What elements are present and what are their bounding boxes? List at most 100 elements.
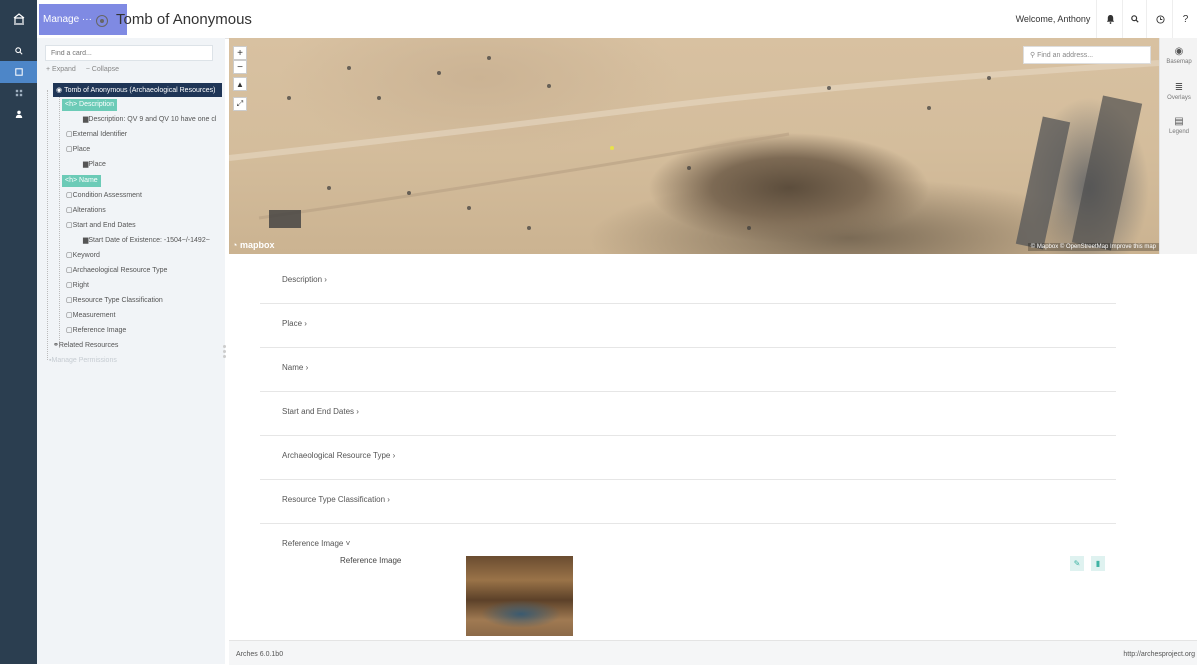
card-icon: ▢ [66, 297, 73, 304]
collapse-all-link[interactable]: − Collapse [86, 66, 119, 73]
header-icon: <h> [65, 177, 80, 184]
card-title: Resource Type Classification [282, 495, 386, 504]
compass-icon[interactable]: ▲ [233, 77, 247, 91]
nav-user-icon[interactable] [0, 103, 37, 125]
basemap-tool[interactable]: ◉ Basemap [1160, 46, 1197, 65]
card-icon: ▢ [66, 267, 73, 274]
page-title: Tomb of Anonymous [116, 11, 252, 28]
satellite-imagery [229, 56, 1159, 251]
nav-card-icon[interactable] [0, 61, 37, 83]
footer: Arches 6.0.1b0 http://archesproject.org [229, 640, 1197, 665]
card-icon: ▢ [66, 327, 73, 334]
legend-icon: ▤ [1174, 116, 1184, 127]
edit-icon[interactable]: ✎ [1070, 556, 1084, 571]
card-icon: ▢ [66, 252, 73, 259]
legend-tool[interactable]: ▤ Legend [1160, 116, 1197, 135]
globe-icon: ◉ [1174, 46, 1184, 57]
tree-node-manage-permissions[interactable]: ▪Manage Permissions [49, 355, 117, 367]
resource-icon [96, 15, 108, 27]
header-icon: <h> [65, 101, 80, 108]
card-resource-type-classification[interactable]: Resource Type Classification › [260, 479, 1116, 524]
tree-node-related-resources[interactable]: ⚭Related Resources [53, 340, 118, 352]
tree-node-reference-image[interactable]: ▢Reference Image [66, 325, 126, 337]
bell-icon[interactable] [1096, 0, 1123, 38]
overlays-tool[interactable]: ≣ Overlays [1160, 82, 1197, 101]
address-search-placeholder: Find an address... [1037, 51, 1094, 59]
tree-node-condition-assessment[interactable]: ▢Condition Assessment [66, 190, 142, 202]
clock-icon[interactable] [1146, 0, 1173, 38]
card-title: Description [282, 275, 323, 284]
chevron-right-icon: › [354, 407, 359, 416]
card-start-end-dates[interactable]: Start and End Dates › [260, 391, 1116, 436]
tree-root-node[interactable]: ◉ Tomb of Anonymous (Archaeological Reso… [53, 83, 222, 97]
arches-logo-icon[interactable] [0, 0, 37, 38]
card-archaeological-resource-type[interactable]: Archaeological Resource Type › [260, 435, 1116, 480]
card-icon: ▢ [66, 146, 73, 153]
tree-node-start-end-dates[interactable]: ▢Start and End Dates [66, 220, 136, 232]
search-icon: ⚲ [1030, 52, 1038, 59]
manage-button[interactable]: Manage ··· [39, 4, 127, 35]
left-nav [0, 0, 37, 664]
tree-node-start-date-value[interactable]: ▆Start Date of Existence: -1504~/-1492~ [83, 235, 210, 247]
card-icon: ▢ [66, 222, 73, 229]
zoom-in-button[interactable]: + [233, 46, 247, 60]
tree-node-keyword[interactable]: ▢Keyword [66, 250, 100, 262]
search-icon[interactable] [1122, 0, 1147, 38]
reference-image-thumbnail[interactable] [466, 556, 573, 636]
manage-more-icon: ··· [79, 14, 92, 25]
manage-label: Manage [43, 14, 80, 25]
panel-splitter-handle[interactable] [223, 343, 227, 365]
top-bar: Manage ··· Tomb of Anonymous Welcome, An… [37, 0, 1197, 39]
card-name[interactable]: Name › [260, 347, 1116, 392]
chevron-right-icon: › [390, 451, 396, 460]
zoom-out-button[interactable]: − [233, 60, 247, 74]
tree-node-place-value[interactable]: ▆Place [83, 159, 106, 171]
reference-image-label: Reference Image [340, 556, 402, 565]
card-icon: ▢ [66, 192, 73, 199]
nav-grid-icon[interactable] [0, 82, 37, 104]
chevron-right-icon: › [322, 275, 327, 284]
fullscreen-icon[interactable]: ⤢ [233, 97, 247, 111]
tree-node-measurement[interactable]: ▢Measurement [66, 310, 115, 322]
card-report-area: Description › Place › Name › Start and E… [229, 254, 1197, 640]
expand-all-link[interactable]: + Expand [46, 66, 76, 73]
overlays-label: Overlays [1167, 95, 1191, 101]
address-search-input[interactable]: ⚲ Find an address... [1023, 46, 1151, 64]
card-title: Archaeological Resource Type [282, 451, 391, 460]
tree-node-place[interactable]: ▢Place [66, 144, 90, 156]
help-icon[interactable]: ? [1172, 0, 1197, 38]
tree-root-label: Tomb of Anonymous (Archaeological Resour… [64, 86, 216, 94]
map-tools-panel: ◉ Basemap ≣ Overlays ▤ Legend [1159, 38, 1197, 254]
chevron-right-icon: › [302, 319, 307, 328]
chevron-right-icon: › [385, 495, 390, 504]
tree-node-right[interactable]: ▢Right [66, 280, 89, 292]
tree-node-archaeological-resource-type[interactable]: ▢Archaeological Resource Type [66, 265, 167, 277]
card-description[interactable]: Description › [260, 259, 1116, 304]
arches-project-link[interactable]: http://archesproject.org [1123, 651, 1195, 658]
tree-node-description-value[interactable]: ▆Description: QV 9 and QV 10 have one cl [83, 114, 216, 126]
card-title: Start and End Dates [282, 407, 355, 416]
card-place[interactable]: Place › [260, 303, 1116, 348]
mapbox-logo: ◔ mapbox [232, 240, 275, 250]
card-filter-input[interactable] [45, 45, 213, 61]
card-title: Name [282, 363, 304, 372]
tree-node-resource-type-classification[interactable]: ▢Resource Type Classification [66, 295, 163, 307]
tree-node-name[interactable]: <h> Name [62, 175, 101, 187]
tree-node-description[interactable]: <h> Description [62, 99, 118, 111]
welcome-user[interactable]: Welcome, Anthony [1001, 0, 1105, 38]
resource-icon: ◉ [56, 87, 65, 94]
chevron-down-icon: ˅ [343, 539, 351, 548]
basemap-label: Basemap [1166, 59, 1192, 65]
map-view[interactable]: + − ▲ ⤢ ⚲ Find an address... ◔ mapbox © … [229, 38, 1159, 254]
card-title: Place [282, 319, 303, 328]
list-icon: ≣ [1174, 82, 1184, 93]
trash-icon[interactable]: ▮ [1091, 556, 1105, 571]
nav-search-icon[interactable] [0, 40, 37, 62]
tree-node-external-identifier[interactable]: ▢External Identifier [66, 129, 127, 141]
card-icon: ▢ [66, 207, 73, 214]
card-icon: ▢ [66, 282, 73, 289]
tree-node-alterations[interactable]: ▢Alterations [66, 205, 106, 217]
version-label: Arches 6.0.1b0 [236, 651, 284, 658]
card-tree-panel: + Expand − Collapse ◉ Tomb of Anonymous … [37, 38, 225, 664]
map-attribution[interactable]: © Mapbox © OpenStreetMap Improve this ma… [1027, 243, 1159, 251]
